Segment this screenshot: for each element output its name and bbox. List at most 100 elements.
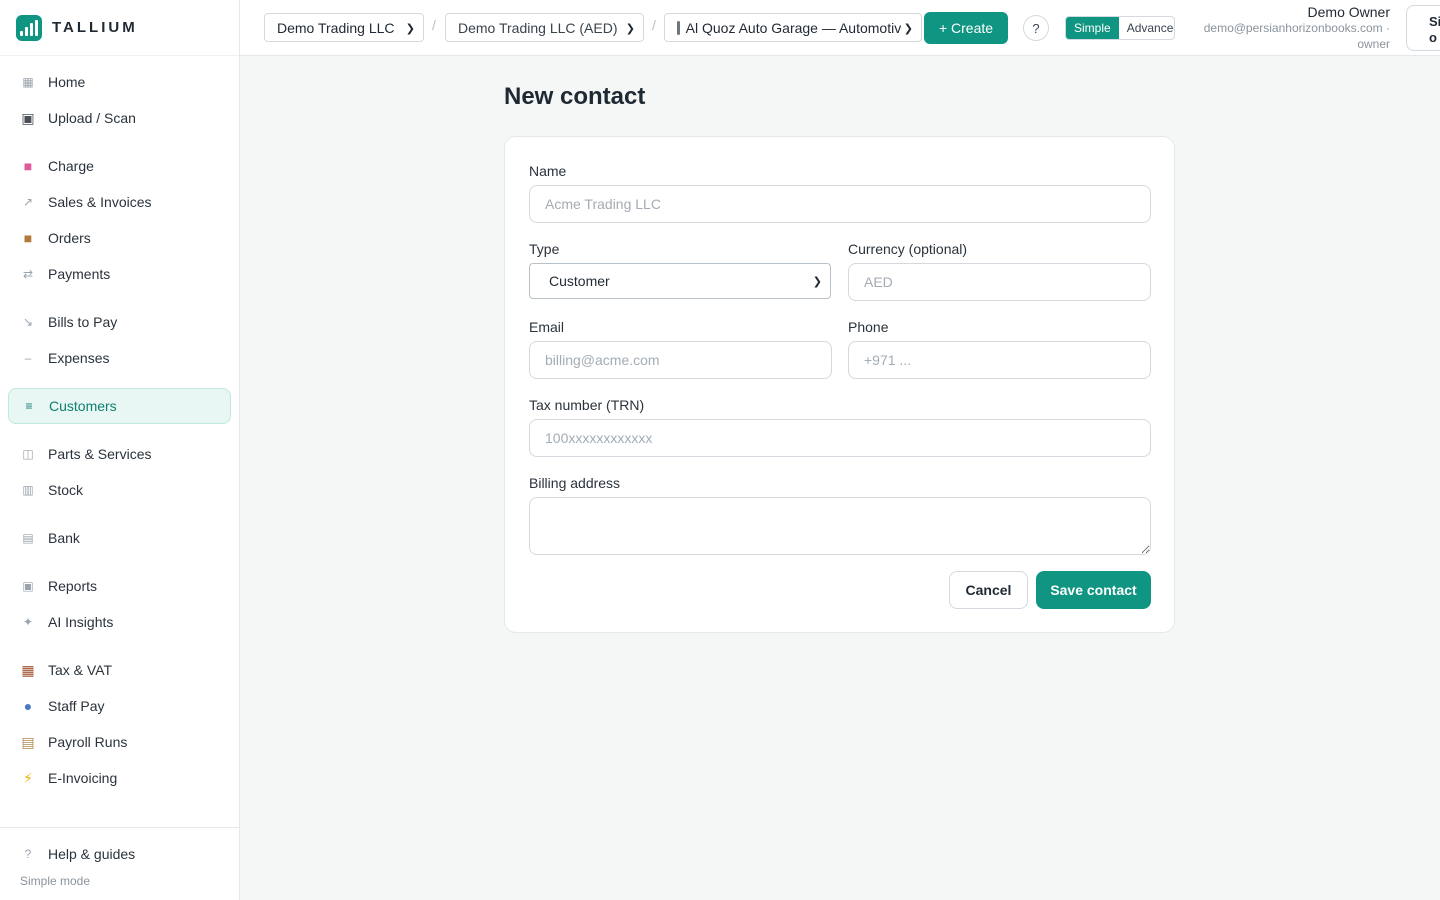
sidebar-item-label: Expenses (48, 350, 110, 366)
people-icon: ● (23, 698, 33, 714)
sidebar-footer: ? Help & guides Simple mode (0, 827, 239, 888)
camera-icon: ▣ (21, 109, 35, 126)
sidebar-item-label: Payroll Runs (48, 734, 128, 750)
sign-out-button[interactable]: Si o (1406, 5, 1440, 51)
mode-simple-button[interactable]: Simple (1066, 17, 1119, 39)
breadcrumb-separator: / (652, 17, 656, 33)
email-label: Email (529, 319, 565, 335)
sidebar-item-label: Charge (48, 158, 94, 174)
minus-icon: – (24, 351, 32, 365)
nav-group-gap (8, 508, 231, 520)
sidebar-item-reports[interactable]: ▣ Reports (8, 568, 231, 604)
nav-group-gap (8, 292, 231, 304)
cancel-button[interactable]: Cancel (949, 571, 1028, 609)
mode-advanced-button[interactable]: Advanced (1119, 17, 1174, 39)
page-title: New contact (504, 83, 646, 110)
sidebar-item-help[interactable]: ? Help & guides (8, 836, 231, 872)
arrow-up-right-icon: ↗ (22, 195, 34, 209)
report-icon: ▣ (22, 579, 34, 593)
currency-input[interactable] (848, 263, 1151, 301)
sidebar-item-payroll-runs[interactable]: ▤ Payroll Runs (8, 724, 231, 760)
nav-group-gap (8, 136, 231, 148)
name-label: Name (529, 163, 567, 179)
sidebar-item-bank[interactable]: ▤ Bank (8, 520, 231, 556)
name-input[interactable] (529, 185, 1151, 223)
new-contact-form: Name Type Customer ❯ Currency (optional)… (504, 136, 1175, 633)
sidebar-item-stock[interactable]: ▥ Stock (8, 472, 231, 508)
branch-select[interactable]: Al Quoz Auto Garage — Automotive ❯ (664, 13, 922, 42)
sidebar: TALLIUM ▦ Home ▣ Upload / Scan ■ Charge ↗ Sales… (0, 0, 240, 900)
ledger-select[interactable]: Demo Trading LLC (AED) ❯ (445, 13, 644, 42)
sidebar-item-parts-services[interactable]: ◫ Parts & Services (8, 436, 231, 472)
sidebar-item-home[interactable]: ▦ Home (8, 64, 231, 100)
bar-chart-logo-icon (16, 14, 42, 41)
billing-address-label: Billing address (529, 475, 621, 491)
user-name: Demo Owner (1307, 4, 1390, 20)
sidebar-item-charge[interactable]: ■ Charge (8, 148, 231, 184)
question-icon: ? (24, 847, 32, 861)
sidebar-item-label: Upload / Scan (48, 110, 136, 126)
sidebar-item-upload-scan[interactable]: ▣ Upload / Scan (8, 100, 231, 136)
sidebar-item-ai-insights[interactable]: ✦ AI Insights (8, 604, 231, 640)
user-email: demo@persianhorizonbooks.com · (1203, 21, 1390, 35)
sidebar-item-customers[interactable]: ≡ Customers (8, 388, 231, 424)
list-icon: ≡ (25, 399, 33, 413)
sidebar-item-label: E-Invoicing (48, 770, 118, 786)
sidebar-item-tax-vat[interactable]: ▦ Tax & VAT (8, 652, 231, 688)
email-input[interactable] (529, 341, 832, 379)
help-button[interactable]: ? (1023, 15, 1049, 41)
user-role: owner (1357, 37, 1390, 51)
swap-arrows-icon: ⇄ (22, 267, 34, 281)
sidebar-item-label: Tax & VAT (48, 662, 113, 678)
sidebar-item-label: Help & guides (48, 846, 136, 862)
create-button[interactable]: + Create (924, 12, 1008, 44)
sidebar-item-sales-invoices[interactable]: ↗ Sales & Invoices (8, 184, 231, 220)
sidebar-item-label: AI Insights (48, 614, 114, 630)
sidebar-item-label: Bank (48, 530, 80, 546)
currency-label: Currency (optional) (848, 241, 968, 257)
save-contact-button[interactable]: Save contact (1036, 571, 1151, 609)
nav-group-gap (8, 640, 231, 652)
nav-group-gap (8, 556, 231, 568)
company-select[interactable]: Demo Trading LLC ❯ (264, 13, 424, 42)
billing-address-input[interactable] (529, 497, 1151, 555)
sidebar-item-label: Parts & Services (48, 446, 152, 462)
mode-toggle: Simple Advanced (1065, 16, 1175, 40)
sidebar-item-label: Reports (48, 578, 98, 594)
sidebar-item-expenses[interactable]: – Expenses (8, 340, 231, 376)
sidebar-item-label: Home (48, 74, 86, 90)
sidebar-item-bills-to-pay[interactable]: ↘ Bills to Pay (8, 304, 231, 340)
sidebar-item-label: Payments (48, 266, 111, 282)
top-bar: Demo Trading LLC ❯ / Demo Trading LLC (A… (240, 0, 1440, 56)
type-select[interactable]: Customer ❯ (529, 263, 831, 299)
sidebar-item-label: Sales & Invoices (48, 194, 152, 210)
lightning-icon: ⚡ (23, 769, 33, 786)
shopping-bag-icon: ■ (23, 158, 33, 174)
chevron-down-icon: ❯ (812, 276, 822, 288)
sidebar-item-label: Stock (48, 482, 84, 498)
sidebar-item-label: Staff Pay (48, 698, 105, 714)
nav-group-gap (8, 376, 231, 388)
brand[interactable]: TALLIUM (0, 0, 239, 56)
sidebar-item-e-invoicing[interactable]: ⚡ E-Invoicing (8, 760, 231, 796)
tax-number-label: Tax number (TRN) (529, 397, 645, 413)
phone-input[interactable] (848, 341, 1151, 379)
sidebar-item-orders[interactable]: ■ Orders (8, 220, 231, 256)
bank-icon: ▤ (22, 531, 34, 545)
boxes-icon: ▥ (22, 483, 34, 497)
phone-label: Phone (848, 319, 889, 335)
breadcrumb-separator: / (432, 17, 436, 33)
clipboard-icon: ▤ (21, 733, 35, 750)
chevron-down-icon: ❯ (625, 23, 635, 35)
building-icon (677, 20, 680, 35)
mode-indicator: Simple mode (20, 874, 91, 888)
sidebar-item-staff-pay[interactable]: ● Staff Pay (8, 688, 231, 724)
sidebar-item-label: Orders (48, 230, 91, 246)
sidebar-item-label: Customers (49, 398, 117, 414)
nav-group-gap (8, 424, 231, 436)
sidebar-nav: ▦ Home ▣ Upload / Scan ■ Charge ↗ Sales & Invoi… (8, 64, 231, 796)
tax-number-input[interactable] (529, 419, 1151, 457)
chevron-down-icon: ❯ (901, 22, 913, 35)
type-label: Type (529, 241, 560, 257)
sidebar-item-payments[interactable]: ⇄ Payments (8, 256, 231, 292)
